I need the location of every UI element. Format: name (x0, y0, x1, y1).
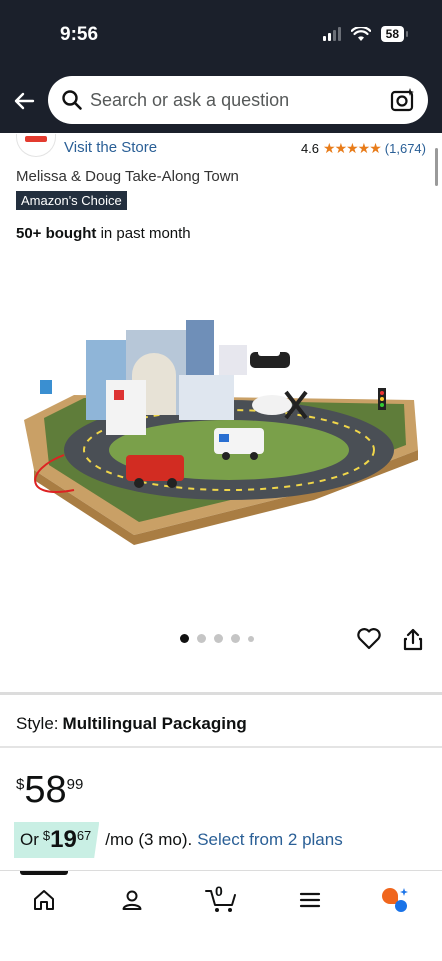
price-fraction: 99 (66, 776, 84, 793)
nav-menu[interactable] (295, 885, 325, 915)
section-divider (0, 692, 442, 695)
bought-in-past-month: 50+ bought in past month (16, 225, 191, 242)
plan-or-label: Or (20, 830, 39, 849)
brand-logo[interactable] (16, 134, 56, 157)
rating-value: 4.6 (300, 141, 320, 156)
price-whole: 58 (24, 769, 67, 811)
rating-count-link[interactable]: (1,674) (385, 141, 426, 156)
plan-whole: 19 (50, 826, 77, 853)
search-icon (62, 90, 82, 110)
nav-account[interactable] (117, 885, 147, 915)
plan-fraction: 67 (76, 828, 92, 843)
status-time: 9:56 (60, 24, 99, 45)
nav-rufus[interactable] (380, 885, 410, 915)
visit-store-link[interactable]: Visit the Store (64, 139, 157, 156)
menu-icon (299, 892, 321, 908)
cellular-signal-icon (322, 27, 341, 41)
rufus-icon (382, 888, 408, 912)
carousel-dot[interactable] (214, 634, 223, 643)
active-tab-indicator (20, 871, 68, 875)
price-symbol: $ (16, 776, 25, 793)
carousel-dot[interactable] (248, 635, 254, 642)
bottom-navigation: 0 (0, 870, 442, 961)
home-icon (34, 890, 54, 910)
top-header: 9:56 58 Search or ask a question (0, 0, 442, 133)
plan-term: /mo (3 mo). (105, 830, 193, 849)
nav-home[interactable] (29, 885, 59, 915)
plan-symbol: $ (42, 828, 51, 843)
section-divider (0, 746, 442, 748)
price: $ 58 99 (16, 770, 83, 810)
carousel-dot[interactable] (197, 634, 206, 643)
battery-indicator: 58 (380, 26, 409, 42)
monthly-plan-row: Or $ 19 67 /mo (3 mo). Select from 2 pla… (14, 822, 343, 858)
bought-suffix: in past month (96, 225, 191, 242)
scrollbar-thumb[interactable] (435, 148, 438, 186)
heart-icon[interactable] (356, 627, 382, 651)
select-plans-link[interactable]: Select from 2 plans (197, 830, 343, 850)
account-icon (122, 890, 142, 910)
carousel-dot[interactable] (231, 634, 240, 643)
cart-count: 0 (215, 883, 223, 899)
style-selector[interactable]: Style: Multilingual Packaging (16, 714, 247, 734)
monthly-price-pill: Or $ 19 67 (14, 822, 100, 858)
bought-count: 50+ bought (16, 225, 97, 242)
product-title: Melissa & Doug Take-Along Town (16, 168, 239, 185)
style-label: Style: (16, 714, 59, 733)
carousel-dot[interactable] (180, 634, 189, 643)
status-icons: 58 (322, 26, 409, 42)
nav-cart[interactable]: 0 (204, 883, 238, 915)
search-input[interactable]: Search or ask a question (48, 76, 428, 124)
back-arrow-icon[interactable] (12, 89, 36, 113)
product-image[interactable] (14, 300, 426, 550)
share-icon[interactable] (402, 628, 424, 652)
amazons-choice-badge: Amazon's Choice (16, 191, 127, 210)
style-value: Multilingual Packaging (62, 714, 247, 733)
star-rating-icon: ★★★★★ (323, 140, 382, 156)
image-carousel-dots[interactable] (180, 634, 254, 643)
wifi-icon (350, 26, 371, 41)
camera-lens-icon[interactable] (390, 87, 416, 113)
rating-summary[interactable]: 4.6 ★★★★★ (1,674) (301, 140, 426, 157)
search-placeholder: Search or ask a question (90, 90, 290, 110)
